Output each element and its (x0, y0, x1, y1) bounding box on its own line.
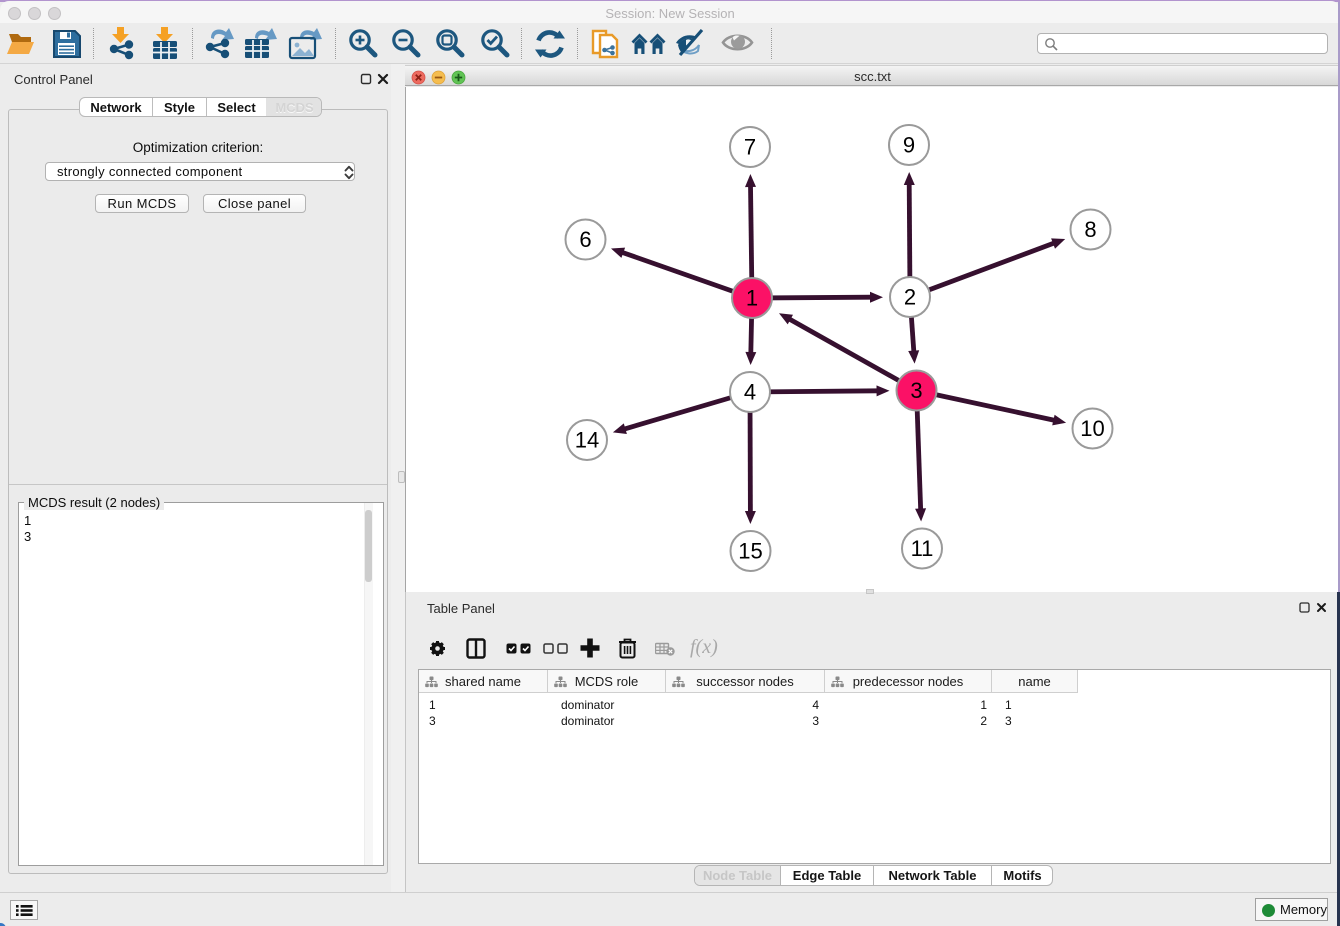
svg-text:3: 3 (910, 378, 922, 403)
svg-text:11: 11 (911, 536, 934, 561)
svg-text:15: 15 (738, 539, 762, 564)
svg-text:2: 2 (904, 285, 916, 310)
svg-text:6: 6 (579, 227, 591, 252)
svg-text:4: 4 (744, 380, 756, 405)
svg-text:10: 10 (1080, 416, 1104, 441)
svg-text:7: 7 (744, 135, 756, 160)
svg-text:14: 14 (575, 428, 599, 453)
svg-text:9: 9 (903, 133, 915, 158)
svg-text:1: 1 (746, 286, 758, 311)
svg-text:8: 8 (1084, 217, 1096, 242)
